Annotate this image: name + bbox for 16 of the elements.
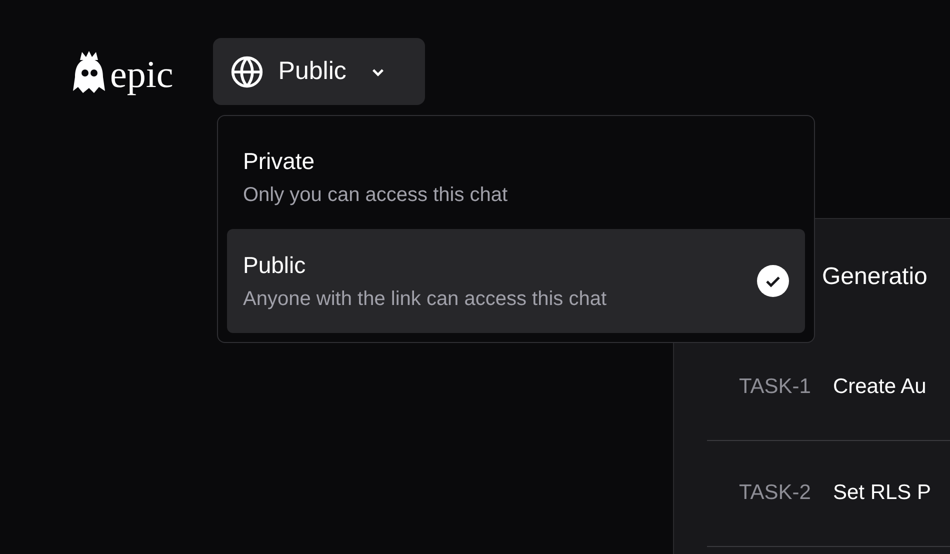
check-circle-icon [757, 265, 789, 297]
panel-title: Generatio [822, 263, 928, 290]
visibility-dropdown-button[interactable]: Public [213, 38, 426, 105]
option-description: Only you can access this chat [243, 184, 508, 204]
option-description: Anyone with the link can access this chat [243, 288, 607, 308]
ghost-logo-icon [72, 50, 106, 94]
task-title: Create Au [832, 374, 926, 400]
visibility-option[interactable]: Private Only you can access this chat [227, 125, 805, 229]
task-id: TASK-2 [739, 480, 811, 506]
task-id: TASK-1 [739, 374, 811, 400]
logo-wordmark: epic [110, 56, 174, 94]
option-title: Private [243, 150, 316, 172]
task-title: Set RLS P [832, 480, 932, 506]
option-title: Public [243, 254, 307, 276]
globe-icon [230, 54, 264, 88]
visibility-option[interactable]: Public Anyone with the link can access this chat [227, 229, 805, 333]
